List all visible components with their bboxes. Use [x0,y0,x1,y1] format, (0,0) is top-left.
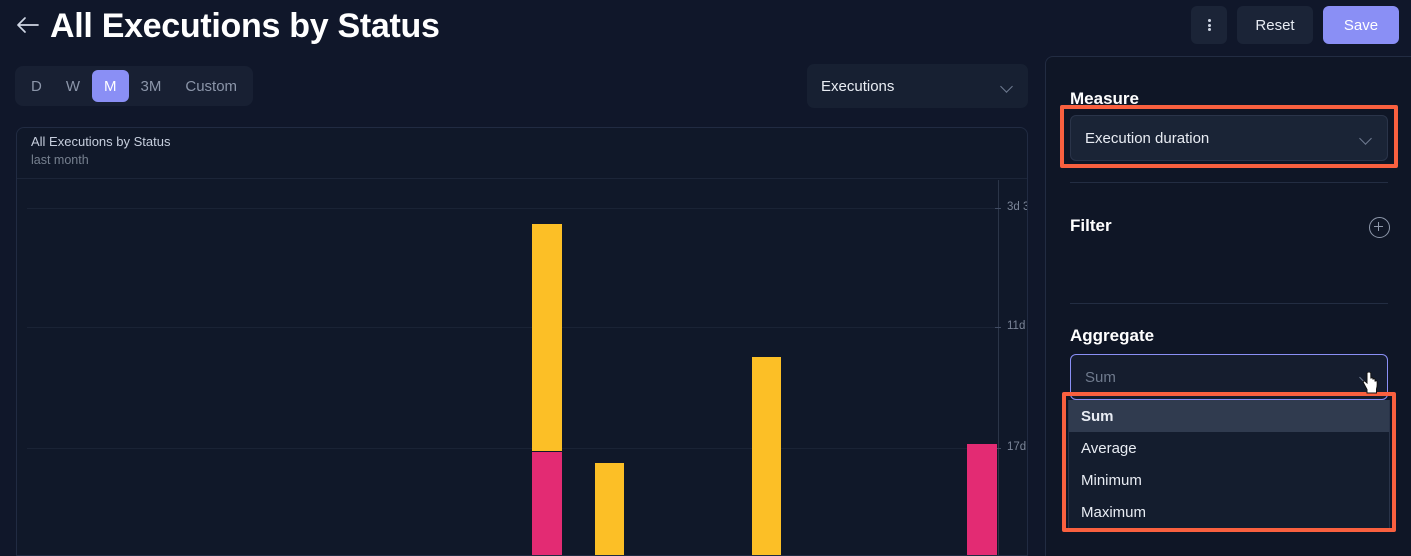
plus-circle-icon[interactable] [1369,217,1390,238]
measure-select-value: Execution duration [1085,129,1210,147]
top-bar-actions: Reset Save [1191,6,1399,44]
time-range-toggle-group: D W M 3M Custom [15,66,254,106]
chart-plot-area: 3d 3h 11d 2h 17d 1h [17,180,1027,555]
aggregate-options-dropdown: Sum Average Minimum Maximum [1068,400,1390,529]
aggregate-select-value: Sum [1085,368,1116,386]
range-button-d[interactable]: D [19,70,54,102]
range-button-m[interactable]: M [92,70,129,102]
save-button[interactable]: Save [1323,6,1399,44]
top-bar: All Executions by Status Reset Save [0,0,1411,50]
filter-section-title: Filter [1070,216,1112,235]
range-button-custom[interactable]: Custom [173,70,249,102]
chevron-down-icon [1360,134,1373,142]
aggregate-option-maximum[interactable]: Maximum [1069,496,1389,528]
chart-bar-segment[interactable] [595,463,624,555]
chart-bar-segment[interactable] [532,452,562,555]
more-vertical-icon[interactable] [1191,6,1227,44]
page-title: All Executions by Status [50,7,440,45]
chart-y-axis-tick [995,327,1001,328]
chart-panel: All Executions by Status last month 3d 3… [16,127,1028,556]
filter-divider [1070,303,1388,304]
measure-section-title: Measure [1070,89,1139,108]
aggregate-select[interactable]: Sum [1070,354,1388,400]
measure-select[interactable]: Execution duration [1070,115,1388,161]
chart-bar-segment[interactable] [752,357,781,555]
chart-subtitle: last month [31,153,89,167]
chart-bar-segment[interactable] [967,444,997,555]
chart-gridline [27,327,999,328]
back-arrow-icon[interactable] [12,10,42,40]
reset-button[interactable]: Reset [1237,6,1313,44]
kebab-dot [1207,28,1211,32]
chart-y-axis-tick [995,208,1001,209]
executions-source-select[interactable]: Executions [807,64,1028,108]
kebab-dot [1207,23,1211,27]
chart-gridline [27,448,999,449]
aggregate-option-average[interactable]: Average [1069,432,1389,464]
chart-y-axis-label: 11d 2h [1007,320,1027,332]
measure-divider [1070,182,1388,183]
chart-gridline [27,208,999,209]
aggregate-option-minimum[interactable]: Minimum [1069,464,1389,496]
kebab-dot [1207,18,1211,22]
range-button-3m[interactable]: 3M [129,70,174,102]
chart-y-axis-label: 3d 3h [1007,201,1027,213]
executions-source-value: Executions [821,77,895,95]
chart-title: All Executions by Status [31,134,171,149]
aggregate-section-title: Aggregate [1070,326,1155,345]
aggregate-option-sum[interactable]: Sum [1069,400,1389,432]
chevron-down-icon [1360,373,1373,381]
chart-header: All Executions by Status last month [17,128,1027,179]
chart-bar-segment[interactable] [532,224,562,451]
chevron-down-icon [1001,82,1014,90]
range-button-w[interactable]: W [54,70,92,102]
chart-y-axis-label: 17d 1h [1007,441,1027,453]
chart-y-axis-line [998,180,999,555]
